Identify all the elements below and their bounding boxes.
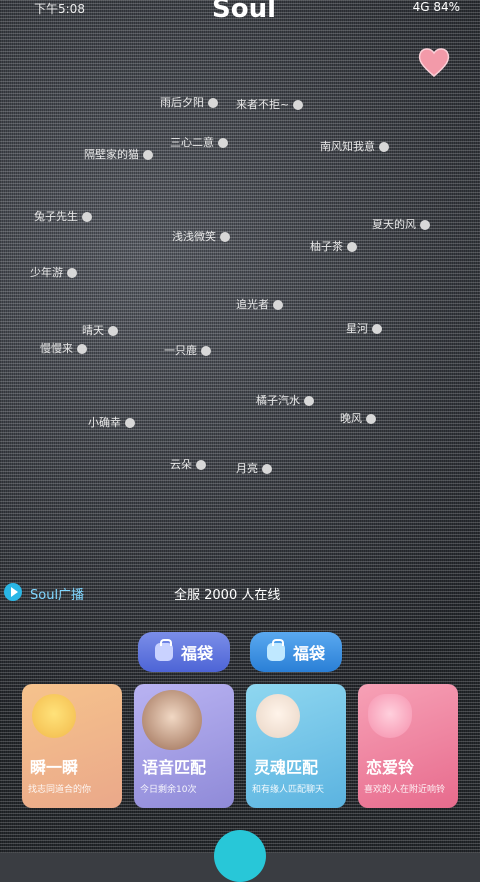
planet-user[interactable]: 橘子汽水: [256, 392, 314, 408]
planet-user-name: 来者不拒~: [236, 98, 290, 111]
avatar-icon: [142, 690, 202, 750]
heart-face-icon: [368, 694, 412, 738]
planet-user[interactable]: 雨后夕阳: [160, 94, 218, 110]
planet-user-name: 追光者: [236, 298, 269, 311]
heart-icon[interactable]: [416, 44, 452, 80]
user-dot-icon: [67, 268, 77, 278]
app-logo: Soul: [212, 0, 277, 24]
status-time: 下午5:08: [34, 2, 85, 16]
user-dot-icon: [372, 324, 382, 334]
planet-user-name: 兔子先生: [34, 210, 78, 223]
planet-user[interactable]: 追光者: [236, 296, 283, 312]
user-dot-icon: [196, 460, 206, 470]
user-dot-icon: [125, 418, 135, 428]
lucky-bag-label: 福袋: [292, 644, 325, 663]
planet-user[interactable]: 晚风: [340, 410, 376, 426]
planet-user-name: 慢慢来: [40, 342, 73, 355]
planet-user-name: 隔壁家的猫: [84, 148, 139, 161]
card-subtitle: 找志同道合的你: [28, 785, 92, 795]
planet-user[interactable]: 兔子先生: [34, 208, 92, 224]
planet-user[interactable]: 慢慢来: [40, 340, 87, 356]
user-dot-icon: [273, 300, 283, 310]
bag-icon: [266, 639, 285, 661]
status-bar: 下午5:08 Soul 4G 84%: [0, 0, 480, 24]
face-icon: [256, 694, 300, 738]
planet-user-name: 夏天的风: [372, 218, 416, 231]
planet-user[interactable]: 一只鹿: [164, 342, 211, 358]
broadcast-bar[interactable]: Soul广播 全服 2000 人在线: [4, 582, 476, 604]
planet-user[interactable]: 夏天的风: [372, 216, 430, 232]
planet-user-name: 橘子汽水: [256, 394, 300, 407]
user-dot-icon: [304, 396, 314, 406]
planet-user-name: 一只鹿: [164, 344, 197, 357]
status-right: 4G 84%: [412, 0, 460, 14]
planet-user-name: 少年游: [30, 266, 63, 279]
user-dot-icon: [143, 150, 153, 160]
user-dot-icon: [201, 346, 211, 356]
card-subtitle: 和有缘人匹配聊天: [252, 785, 325, 795]
planet-user[interactable]: 南风知我意: [320, 138, 389, 154]
planet-user-name: 雨后夕阳: [160, 96, 204, 109]
broadcast-message: 全服 2000 人在线: [174, 588, 281, 603]
user-dot-icon: [347, 242, 357, 252]
planet-user[interactable]: 隔壁家的猫: [84, 146, 153, 162]
planet-user-name: 浅浅微笑: [172, 230, 216, 243]
card-title: 灵魂匹配: [254, 758, 319, 777]
user-dot-icon: [293, 100, 304, 110]
planet-user-name: 三心二意: [170, 136, 214, 149]
planet-user[interactable]: 来者不拒~: [236, 96, 304, 112]
user-dot-icon: [420, 220, 430, 230]
card-title: 恋爱铃: [366, 758, 415, 777]
bag-icon: [154, 639, 173, 661]
planet-user-name: 晚风: [340, 412, 362, 425]
user-dot-icon: [208, 98, 218, 108]
user-dot-icon: [379, 142, 389, 152]
user-dot-icon: [262, 464, 272, 474]
planet-user-name: 星河: [346, 322, 368, 335]
smile-icon: [32, 694, 76, 738]
planet-user-name: 小确幸: [88, 416, 121, 429]
lucky-bag-button[interactable]: 福袋: [138, 632, 230, 672]
planet-user-name: 月亮: [236, 462, 258, 475]
planet-user[interactable]: 晴天: [82, 322, 118, 338]
planet-user[interactable]: 月亮: [236, 460, 272, 476]
card-love-bell[interactable]: 恋爱铃 喜欢的人在附近响铃: [358, 684, 458, 808]
user-dot-icon: [366, 414, 376, 424]
planet-user[interactable]: 柚子茶: [310, 238, 357, 254]
center-tab-button[interactable]: [214, 830, 266, 882]
card-voice-match[interactable]: 语音匹配 今日剩余10次: [134, 684, 234, 808]
user-dot-icon: [108, 326, 118, 336]
user-dot-icon: [218, 138, 228, 148]
user-dot-icon: [77, 344, 87, 354]
planet-user-name: 晴天: [82, 324, 104, 337]
planet-user-name: 柚子茶: [310, 240, 343, 253]
card-soul-match[interactable]: 灵魂匹配 和有缘人匹配聊天: [246, 684, 346, 808]
planet-user[interactable]: 少年游: [30, 264, 77, 280]
planet-user[interactable]: 云朵: [170, 456, 206, 472]
card-shake[interactable]: 瞬一瞬 找志同道合的你: [22, 684, 122, 808]
lucky-bag-button[interactable]: 福袋: [250, 632, 342, 672]
user-dot-icon: [82, 212, 92, 222]
card-title: 语音匹配: [142, 758, 207, 777]
lucky-bag-label: 福袋: [180, 644, 213, 663]
card-subtitle: 喜欢的人在附近响铃: [364, 785, 446, 795]
planet-user[interactable]: 三心二意: [170, 134, 228, 150]
planet-user-name: 南风知我意: [320, 140, 375, 153]
card-subtitle: 今日剩余10次: [140, 785, 197, 795]
planet-user[interactable]: 星河: [346, 320, 382, 336]
play-icon[interactable]: [4, 583, 22, 601]
planet-user[interactable]: 小确幸: [88, 414, 135, 430]
card-title: 瞬一瞬: [30, 758, 79, 777]
planet-user[interactable]: 浅浅微笑: [172, 228, 230, 244]
user-dot-icon: [220, 232, 230, 242]
broadcast-label: Soul广播: [30, 588, 85, 603]
planet-user-name: 云朵: [170, 458, 192, 471]
